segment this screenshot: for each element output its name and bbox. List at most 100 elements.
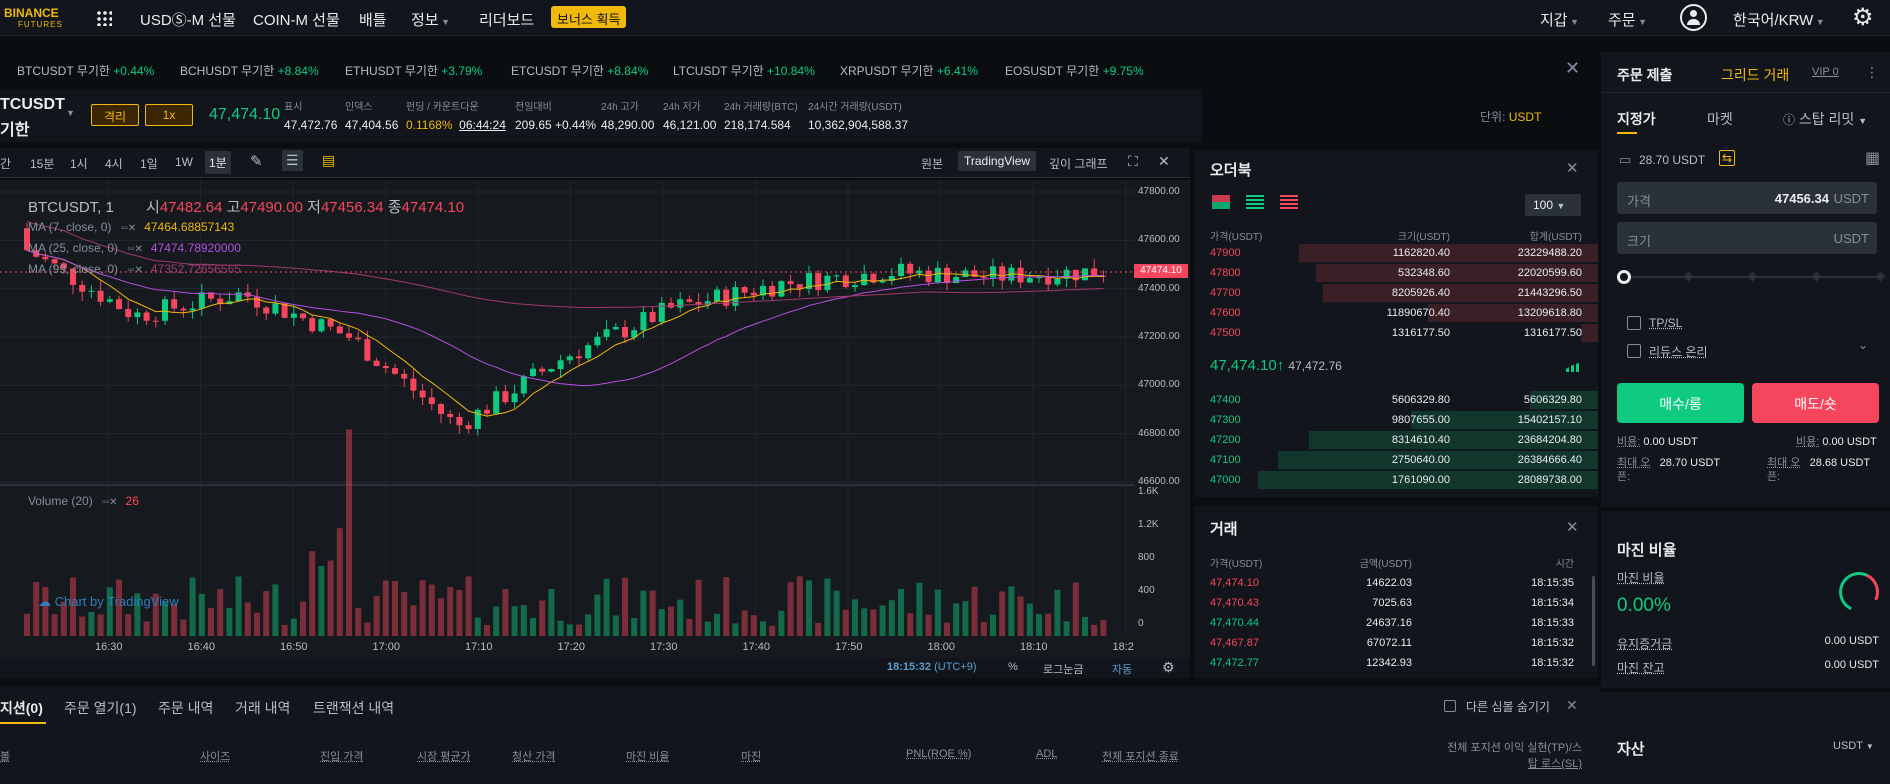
orderbook-asks-icon[interactable]: [1280, 195, 1298, 209]
slider-tick[interactable]: [1811, 271, 1822, 282]
chevron-double-down-icon[interactable]: ⌄: [1858, 338, 1868, 352]
leverage-button[interactable]: 1x: [145, 104, 193, 126]
tab-open-orders[interactable]: 주문 열기(1): [64, 698, 137, 718]
orderbook-ask-row[interactable]: 47700 8205926.40 21443296.50: [1194, 283, 1598, 303]
slider-tick[interactable]: [1875, 271, 1886, 282]
time-axis[interactable]: 16:30 16:40 16:50 17:00 17:10 17:20 17:30 17:40…: [0, 638, 1134, 656]
interval-button-active[interactable]: 1분: [205, 151, 231, 174]
asset-unit-selector[interactable]: USDT ▼: [1833, 740, 1874, 752]
tpsl-checkbox[interactable]: [1627, 316, 1641, 330]
volume-axis[interactable]: 1.6K 1.2K 800 400 0: [1134, 486, 1190, 629]
tab-transaction-history[interactable]: 트랜잭션 내역: [313, 698, 394, 718]
chevron-down-icon[interactable]: ▼: [66, 108, 75, 118]
language-selector[interactable]: 한국어/KRW ▼: [1733, 9, 1825, 30]
interval-button[interactable]: 15분: [30, 155, 54, 172]
close-icon[interactable]: ✕: [1566, 159, 1579, 177]
tab-trade-history[interactable]: 거래 내역: [235, 698, 290, 718]
pencil-draw-icon[interactable]: ✎: [250, 152, 263, 170]
percent-scale-button[interactable]: %: [1008, 661, 1018, 673]
nav-coinm-futures[interactable]: COIN-M 선물: [253, 9, 340, 30]
orderbook-bid-row[interactable]: 47300 9807655.00 15402157.10: [1194, 410, 1598, 430]
vip-level[interactable]: VIP 0: [1812, 66, 1839, 78]
tab-stop-limit[interactable]: ⓘ 스탑 리밋 ▼: [1783, 109, 1867, 129]
interval-button[interactable]: 간: [0, 155, 11, 172]
chart-settings-icon[interactable]: ⚙: [1162, 659, 1175, 676]
close-icon[interactable]: ✕: [1158, 153, 1170, 170]
tab-market[interactable]: 마켓: [1707, 109, 1733, 129]
interval-button[interactable]: 1일: [140, 155, 158, 172]
template-icon[interactable]: ▤: [322, 152, 335, 169]
symbol-selector[interactable]: TCUSDT 기한: [0, 96, 65, 140]
orderbook-ask-row[interactable]: 47900 1162820.40 23229488.20: [1194, 243, 1598, 263]
ticker-item[interactable]: ETCUSDT 무기한 +8.84%: [511, 62, 648, 79]
orderbook-ask-row[interactable]: 47600 11890670.40 13209618.80: [1194, 303, 1598, 323]
ticker-item[interactable]: BCHUSDT 무기한 +8.84%: [180, 62, 319, 79]
nav-battle[interactable]: 배틀: [359, 9, 387, 30]
reduce-only-checkbox[interactable]: [1627, 344, 1641, 358]
auto-scale-button[interactable]: 자동: [1112, 661, 1132, 677]
ticker-item[interactable]: XRPUSDT 무기한 +6.41%: [840, 62, 978, 79]
grid-trading-link[interactable]: 그리드 거래: [1721, 65, 1789, 85]
hide-other-symbols-checkbox[interactable]: [1444, 700, 1456, 712]
slider-tick[interactable]: [1683, 271, 1694, 282]
price-axis[interactable]: 47800.00 47600.00 47400.00 47200.00 47000.00…: [1134, 180, 1190, 487]
depth-select[interactable]: 100 ▼: [1525, 194, 1581, 216]
indicator-settings-icon[interactable]: ☰: [282, 150, 303, 171]
calculator-icon[interactable]: ▦: [1865, 148, 1880, 168]
bonus-button[interactable]: 보너스 획득: [551, 6, 627, 28]
orderbook-bid-row[interactable]: 47200 8314610.40 23684204.80: [1194, 430, 1598, 450]
nav-usdm-futures[interactable]: USDⓈ-M 선물: [140, 9, 236, 30]
tab-positions[interactable]: 지션(0): [0, 698, 43, 718]
binance-futures-logo[interactable]: BINANCE FUTURES: [0, 4, 75, 32]
slider-tick[interactable]: [1747, 271, 1758, 282]
ticker-item[interactable]: LTCUSDT 무기한 +10.84%: [673, 62, 815, 79]
orderbook-bids-icon[interactable]: [1246, 195, 1264, 209]
ticker-close-icon[interactable]: ✕: [1565, 58, 1580, 79]
tab-order-history[interactable]: 주문 내역: [158, 698, 213, 718]
log-scale-button[interactable]: 로그눈금: [1043, 661, 1083, 677]
nav-orders[interactable]: 주문 ▼: [1608, 9, 1647, 30]
settings-gear-icon[interactable]: ⚙: [1852, 3, 1874, 32]
trade-row: 47,467.87 67072.11 18:15:32: [1194, 633, 1598, 653]
tab-limit[interactable]: 지정가: [1617, 109, 1656, 129]
trades-scrollbar[interactable]: [1592, 576, 1595, 666]
price-chart[interactable]: BTCUSDT, 1 시47482.64 고47490.00 저47456.34…: [0, 180, 1190, 678]
orderbook-bid-row[interactable]: 47100 2750640.00 26384666.40: [1194, 450, 1598, 470]
size-input[interactable]: 크기 USDT: [1617, 222, 1877, 254]
ticker-item[interactable]: EOSUSDT 무기한 +9.75%: [1005, 62, 1144, 79]
ticker-item[interactable]: BTCUSDT 무기한 +0.44%: [17, 62, 154, 79]
margin-mode-button[interactable]: 격리: [91, 104, 139, 126]
sell-short-button[interactable]: 매도/숏: [1752, 383, 1879, 423]
apps-grid-icon[interactable]: [96, 10, 112, 26]
unit-selector[interactable]: 단위: USDT: [1480, 108, 1541, 125]
ask-total: 21443296.50: [1517, 287, 1582, 299]
size-slider-handle[interactable]: [1617, 270, 1631, 284]
interval-button[interactable]: 1W: [175, 155, 193, 169]
view-tradingview-tab[interactable]: TradingView: [958, 151, 1037, 171]
transfer-icon[interactable]: ⇆: [1719, 150, 1736, 166]
orderbook-ask-row[interactable]: 47800 532348.60 22020599.60: [1194, 263, 1598, 283]
nav-wallet[interactable]: 지갑 ▼: [1540, 9, 1579, 30]
price-tick-label: 47600.00: [1138, 234, 1180, 246]
interval-button[interactable]: 4시: [105, 155, 123, 172]
tp-sl-all-button[interactable]: 전체 포지션 이익 실현(TP)/스 탑 로스(SL): [1418, 740, 1582, 772]
maintenance-margin-label: 유지증거금: [1617, 637, 1673, 651]
close-icon[interactable]: ✕: [1566, 697, 1578, 714]
buy-long-button[interactable]: 매수/롱: [1617, 383, 1744, 423]
price-input[interactable]: 가격 47456.34 USDT: [1617, 182, 1877, 214]
orderbook-both-icon[interactable]: [1212, 195, 1230, 209]
user-avatar-icon[interactable]: [1680, 4, 1707, 31]
interval-button[interactable]: 1시: [70, 155, 88, 172]
nav-leaderboard[interactable]: 리더보드: [479, 9, 534, 30]
orderbook-bid-row[interactable]: 47000 1761090.00 28089738.00: [1194, 470, 1598, 490]
view-depth-tab[interactable]: 깊이 그래프: [1049, 155, 1108, 172]
fullscreen-icon[interactable]: ⛶: [1128, 153, 1138, 170]
ticker-item[interactable]: ETHUSDT 무기한 +3.79%: [345, 62, 482, 79]
close-icon[interactable]: ✕: [1566, 518, 1579, 536]
orderbook-ask-row[interactable]: 47500 1316177.50 1316177.50: [1194, 323, 1598, 343]
view-original-tab[interactable]: 원본: [921, 155, 943, 172]
volume-bar: [723, 577, 730, 636]
more-vertical-icon[interactable]: ⋮: [1865, 64, 1879, 81]
nav-info[interactable]: 정보 ▼: [411, 9, 450, 30]
orderbook-bid-row[interactable]: 47400 5606329.80 5606329.80: [1194, 390, 1598, 410]
